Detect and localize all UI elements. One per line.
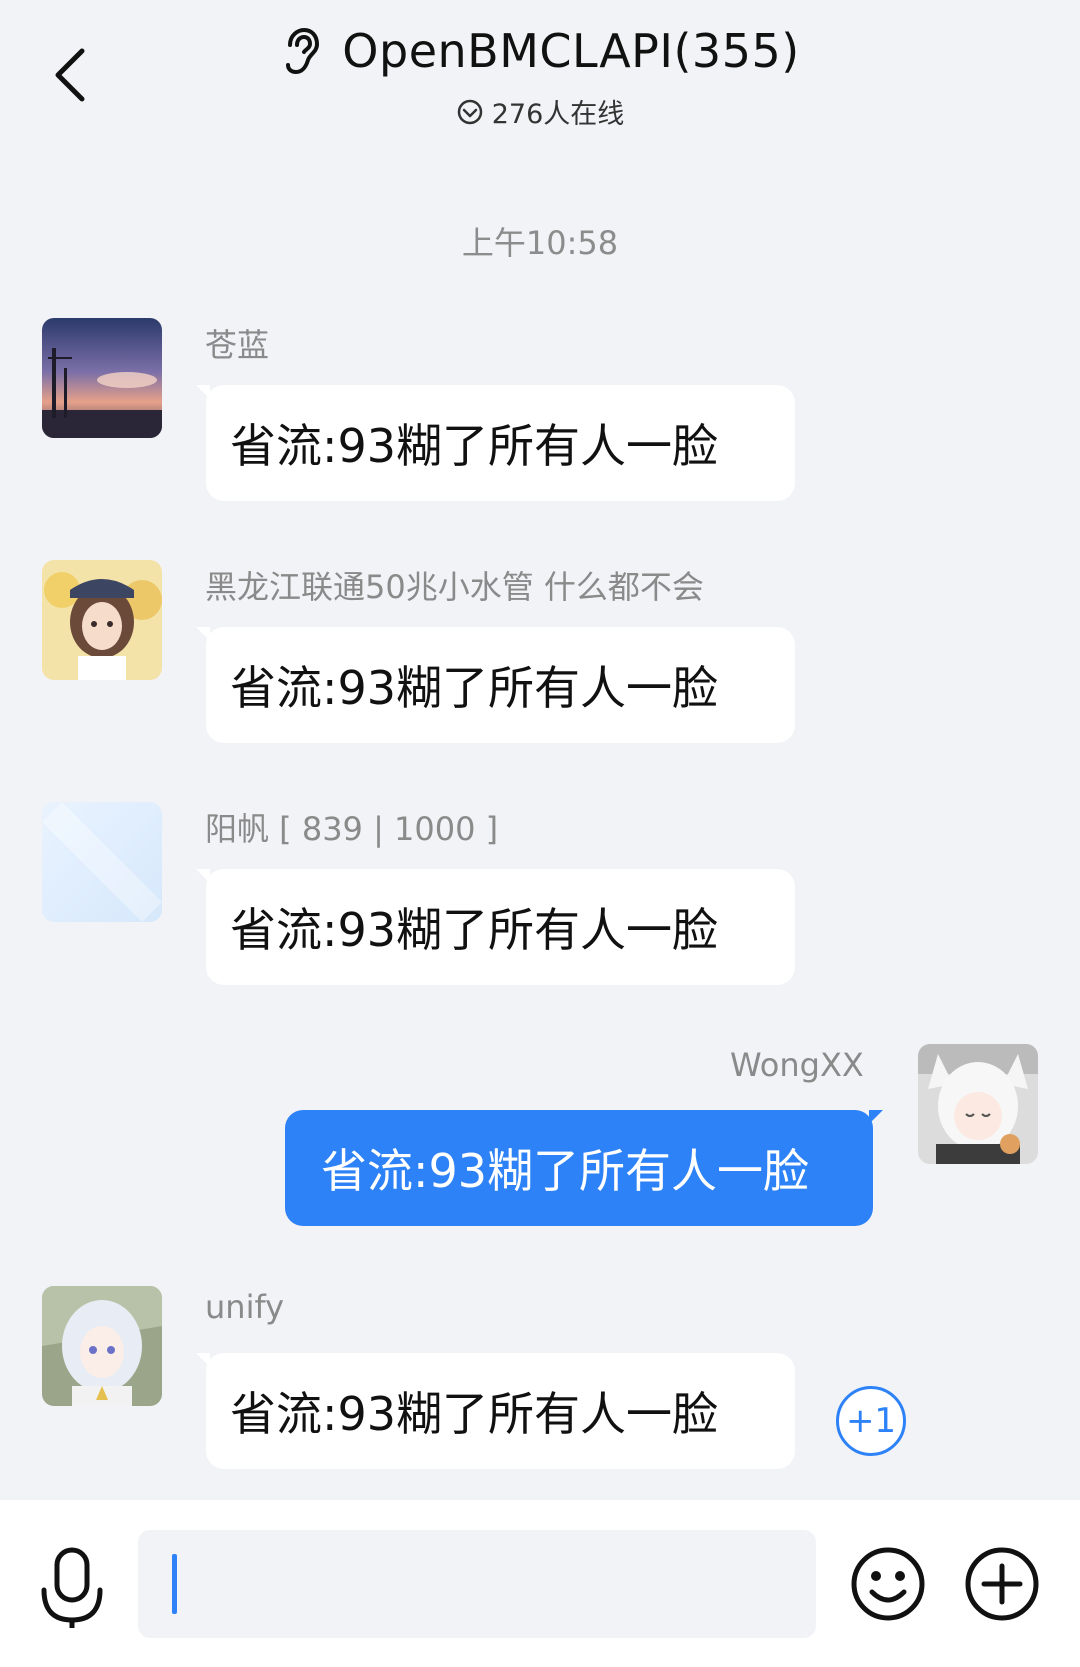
message-bubble[interactable]: 省流:93糊了所有人一脸	[285, 1110, 883, 1226]
emoji-button[interactable]	[848, 1544, 928, 1624]
plus-circle-icon	[965, 1547, 1039, 1621]
chat-header: OpenBMCLAPI(355) 276人在线	[0, 0, 1080, 150]
sender-name: 黑龙江联通50兆小水管 什么都不会	[205, 568, 704, 606]
avatar[interactable]	[42, 802, 162, 922]
sender-name: 阳帆 [ 839 | 1000 ]	[205, 810, 499, 848]
check-circle-icon	[457, 99, 482, 124]
avatar[interactable]	[42, 560, 162, 680]
message-bubble[interactable]: 省流:93糊了所有人一脸	[196, 869, 795, 985]
avatar[interactable]	[42, 1286, 162, 1406]
chat-title: OpenBMCLAPI(355)	[342, 24, 800, 78]
title-row[interactable]: OpenBMCLAPI(355)	[0, 24, 1080, 78]
message-bubble[interactable]: 省流:93糊了所有人一脸	[196, 1353, 795, 1469]
message-bubble[interactable]: 省流:93糊了所有人一脸	[196, 627, 795, 743]
message-bubble[interactable]: 省流:93糊了所有人一脸	[196, 385, 795, 501]
sender-name: unify	[205, 1288, 285, 1326]
avatar[interactable]	[918, 1044, 1038, 1164]
message-input[interactable]	[138, 1530, 816, 1638]
plus-one-button[interactable]: +1	[836, 1386, 906, 1456]
composer-bar	[0, 1500, 1080, 1667]
online-status[interactable]: 276人在线	[0, 92, 1080, 131]
more-button[interactable]	[962, 1544, 1042, 1624]
text-caret	[172, 1554, 177, 1614]
voice-button[interactable]	[38, 1546, 106, 1630]
sender-name: WongXX	[730, 1046, 864, 1084]
sender-name: 苍蓝	[205, 326, 270, 364]
avatar[interactable]	[42, 318, 162, 438]
message-timestamp: 上午10:58	[461, 224, 619, 262]
ear-icon	[286, 27, 320, 75]
online-count: 276人在线	[491, 99, 625, 130]
microphone-icon	[41, 1547, 103, 1628]
emoji-icon	[851, 1547, 925, 1621]
